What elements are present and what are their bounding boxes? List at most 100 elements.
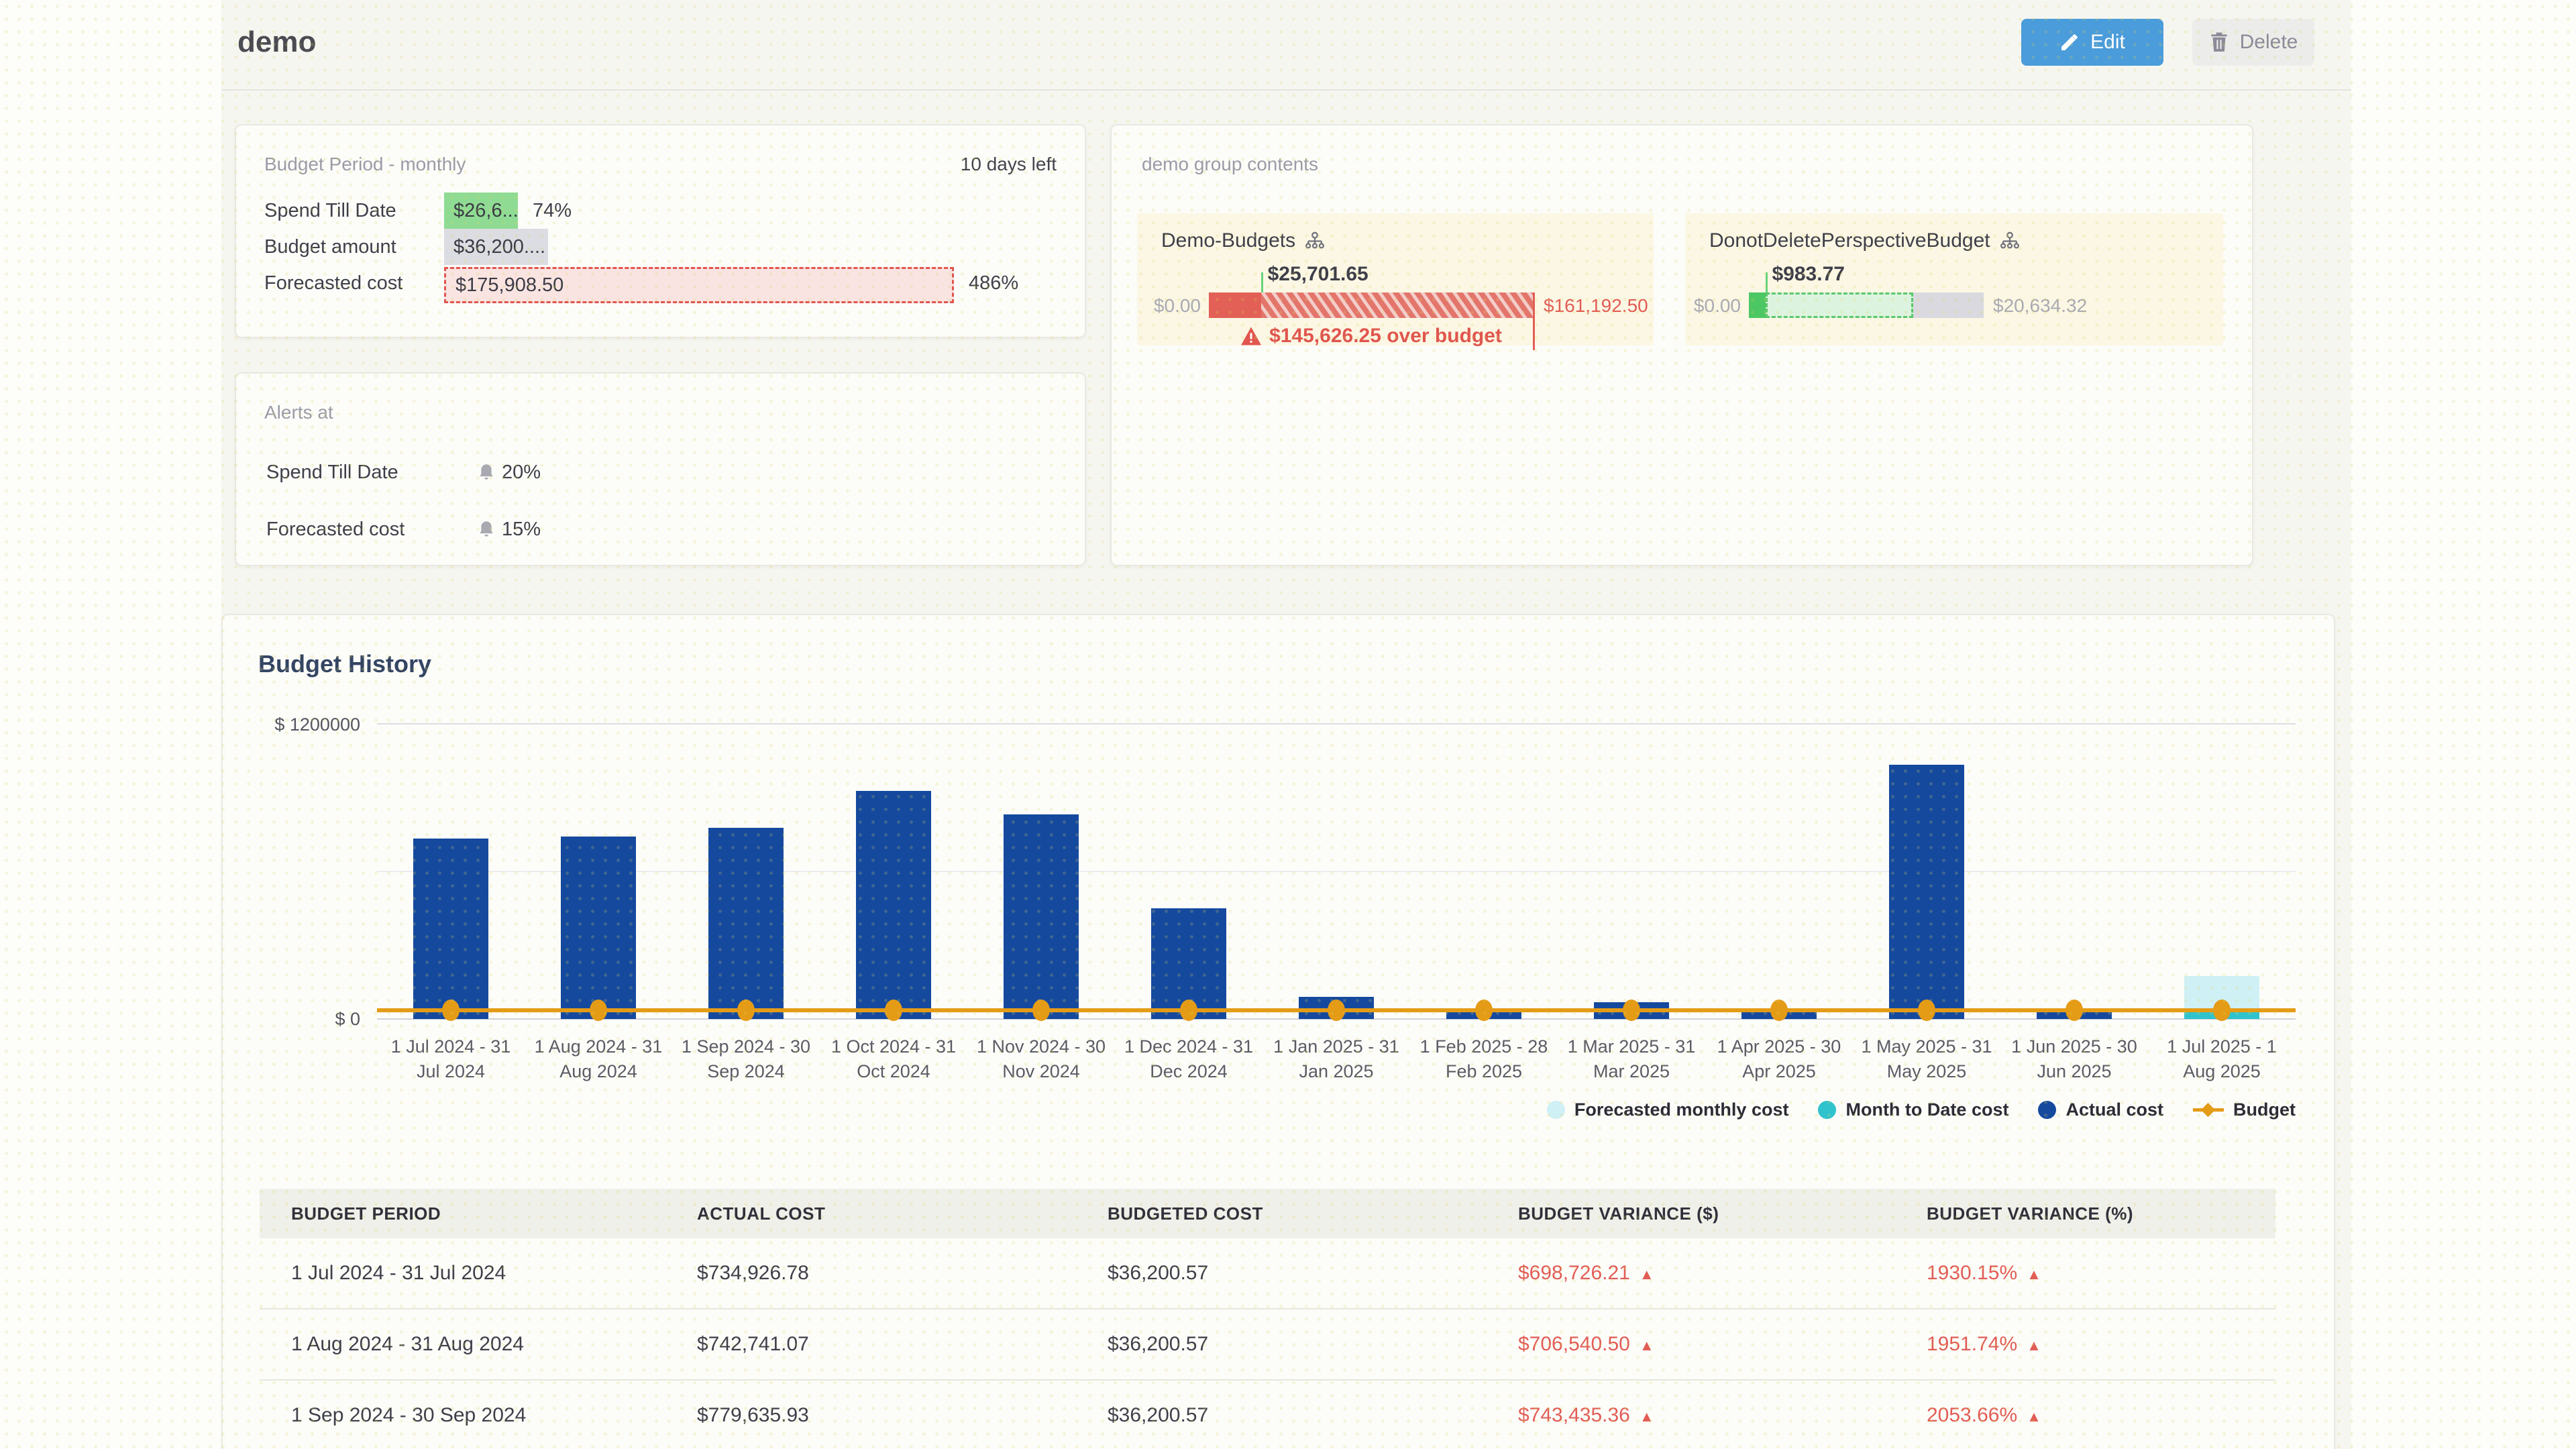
x-tick-line2: Nov 2024	[967, 1059, 1115, 1084]
x-tick-line1: 1 Mar 2025 - 31	[1558, 1034, 1705, 1059]
table-cell: $742,741.07	[665, 1333, 1076, 1356]
bar-max-label: $20,634.32	[1993, 295, 2087, 317]
alert-threshold: 15%	[478, 519, 541, 541]
budget-point[interactable]	[1328, 1000, 1345, 1021]
bar-segment-dashed-green	[1766, 292, 1914, 318]
alert-rows: Spend Till Date20%Forecasted cost15%	[266, 444, 1055, 558]
legend-item[interactable]: Actual cost	[2038, 1099, 2163, 1120]
budget-point[interactable]	[2213, 1000, 2231, 1021]
bar-segment-hatch-red	[1261, 292, 1534, 318]
variance-up-icon: ▲	[2027, 1266, 2041, 1283]
budget-period-row: Spend Till Date$26,6...74%	[264, 193, 1057, 229]
budget-history-table: BUDGET PERIODACTUAL COSTBUDGETED COSTBUD…	[260, 1189, 2275, 1449]
budget-tile[interactable]: Demo-Budgets$25,701.65$0.00$161,192.50$1…	[1137, 213, 1654, 345]
variance-up-icon: ▲	[2027, 1337, 2041, 1354]
x-tick-line2: Mar 2025	[1558, 1059, 1705, 1084]
budget-period-value-chip: $175,908.50	[444, 267, 954, 303]
x-tick-label: 1 Sep 2024 - 30Sep 2024	[672, 1034, 820, 1084]
x-tick-line2: Jul 2024	[377, 1059, 525, 1084]
x-tick-label: 1 Apr 2025 - 30Apr 2025	[1705, 1034, 1853, 1084]
budget-tile[interactable]: DonotDeletePerspectiveBudget$983.77$0.00…	[1685, 213, 2223, 345]
actual-cost-bar[interactable]	[1889, 765, 1964, 1019]
x-tick-label: 1 Dec 2024 - 31Dec 2024	[1115, 1034, 1263, 1084]
over-budget-text: $145,626.25 over budget	[1269, 325, 1502, 347]
chart-slot	[2000, 699, 2148, 1019]
actual-cost-bar[interactable]	[561, 837, 636, 1019]
budget-point[interactable]	[1180, 1000, 1197, 1021]
table-cell: 1951.74%▲	[1895, 1333, 2275, 1356]
chart-slot	[820, 699, 967, 1019]
content-column: demo Edit Delete Budget Period - monthly…	[221, 0, 2351, 1449]
alert-threshold: 20%	[478, 462, 541, 484]
table-header-cell: BUDGET VARIANCE ($)	[1487, 1203, 1895, 1224]
table-row: 1 Aug 2024 - 31 Aug 2024$742,741.07$36,2…	[260, 1309, 2275, 1381]
table-header-cell: ACTUAL COST	[665, 1203, 1076, 1224]
budget-point[interactable]	[1918, 1000, 1935, 1021]
budget-point[interactable]	[442, 1000, 460, 1021]
budget-point[interactable]	[590, 1000, 607, 1021]
table-header-cell: BUDGET VARIANCE (%)	[1895, 1203, 2275, 1224]
warning-icon	[1241, 327, 1261, 345]
table-cell: $36,200.57	[1076, 1333, 1487, 1356]
bar-segment-solid-green	[1749, 292, 1766, 318]
budget-point[interactable]	[737, 1000, 755, 1021]
actual-cost-bar[interactable]	[856, 791, 931, 1019]
actual-cost-bar[interactable]	[1004, 814, 1079, 1019]
table-header-cell: BUDGET PERIOD	[260, 1203, 665, 1224]
table-cell: $743,435.36▲	[1487, 1404, 1895, 1427]
budget-point[interactable]	[885, 1000, 902, 1021]
table-cell: $734,926.78	[665, 1262, 1076, 1285]
budget-period-row-label: Budget amount	[264, 236, 444, 258]
legend-item[interactable]: Month to Date cost	[1818, 1099, 2008, 1120]
x-tick-line1: 1 May 2025 - 31	[1853, 1034, 2000, 1059]
budget-period-row-label: Forecasted cost	[264, 272, 444, 294]
alert-threshold-value: 15%	[502, 519, 541, 541]
budget-point[interactable]	[1032, 1000, 1050, 1021]
table-cell: $36,200.57	[1076, 1404, 1487, 1427]
x-tick-line2: Aug 2024	[525, 1059, 672, 1084]
budget-point[interactable]	[1623, 1000, 1640, 1021]
budget-point[interactable]	[2065, 1000, 2083, 1021]
budget-tile-name[interactable]: DonotDeletePerspectiveBudget	[1709, 229, 2020, 252]
chart-plot	[377, 699, 2296, 1019]
y-axis-label-zero: $ 0	[223, 1009, 360, 1030]
budget-point[interactable]	[1475, 1000, 1493, 1021]
budget-period-card: Budget Period - monthly 10 days left Spe…	[235, 124, 1086, 338]
delete-button[interactable]: Delete	[2192, 19, 2314, 66]
variance-up-icon: ▲	[1640, 1408, 1654, 1425]
chart-slot	[1853, 699, 2000, 1019]
budget-point[interactable]	[1770, 1000, 1788, 1021]
perspective-icon	[1305, 231, 1325, 250]
budget-period-value-chip: $26,6...	[444, 193, 518, 229]
chart-slot	[1558, 699, 1705, 1019]
table-cell: 2053.66%▲	[1895, 1404, 2275, 1427]
table-cell: 1 Aug 2024 - 31 Aug 2024	[260, 1333, 665, 1356]
page: demo Edit Delete Budget Period - monthly…	[0, 0, 2576, 1449]
x-tick-line1: 1 Feb 2025 - 28	[1410, 1034, 1558, 1059]
edit-button[interactable]: Edit	[2021, 19, 2163, 66]
x-tick-line2: May 2025	[1853, 1059, 2000, 1084]
perspective-icon	[2000, 231, 2020, 250]
legend-item[interactable]: Budget	[2193, 1099, 2296, 1120]
table-cell: 1 Sep 2024 - 30 Sep 2024	[260, 1404, 665, 1427]
edit-button-label: Edit	[2090, 31, 2125, 54]
table-header-row: BUDGET PERIODACTUAL COSTBUDGETED COSTBUD…	[260, 1189, 2275, 1238]
chart-slot	[1410, 699, 1558, 1019]
bell-icon	[478, 464, 495, 482]
budget-tile-name[interactable]: Demo-Budgets	[1161, 229, 1325, 252]
alerts-card: Alerts at Spend Till Date20%Forecasted c…	[235, 372, 1086, 566]
budget-progress-bar	[1749, 292, 1984, 318]
bell-icon	[478, 521, 495, 539]
legend-item[interactable]: Forecasted monthly cost	[1547, 1099, 1789, 1120]
bar-min-label: $0.00	[1154, 295, 1201, 317]
table-cell: 1930.15%▲	[1895, 1262, 2275, 1285]
actual-cost-bar[interactable]	[708, 828, 784, 1019]
chart-slot	[1705, 699, 1853, 1019]
legend-marker-forecasted-monthly-cost	[1547, 1101, 1565, 1119]
actual-cost-bar[interactable]	[413, 839, 488, 1019]
chart-slot	[967, 699, 1115, 1019]
x-tick-line1: 1 Sep 2024 - 30	[672, 1034, 820, 1059]
legend-label: Month to Date cost	[1845, 1099, 2008, 1120]
x-tick-line2: Jan 2025	[1263, 1059, 1410, 1084]
table-body: 1 Jul 2024 - 31 Jul 2024$734,926.78$36,2…	[260, 1238, 2275, 1449]
